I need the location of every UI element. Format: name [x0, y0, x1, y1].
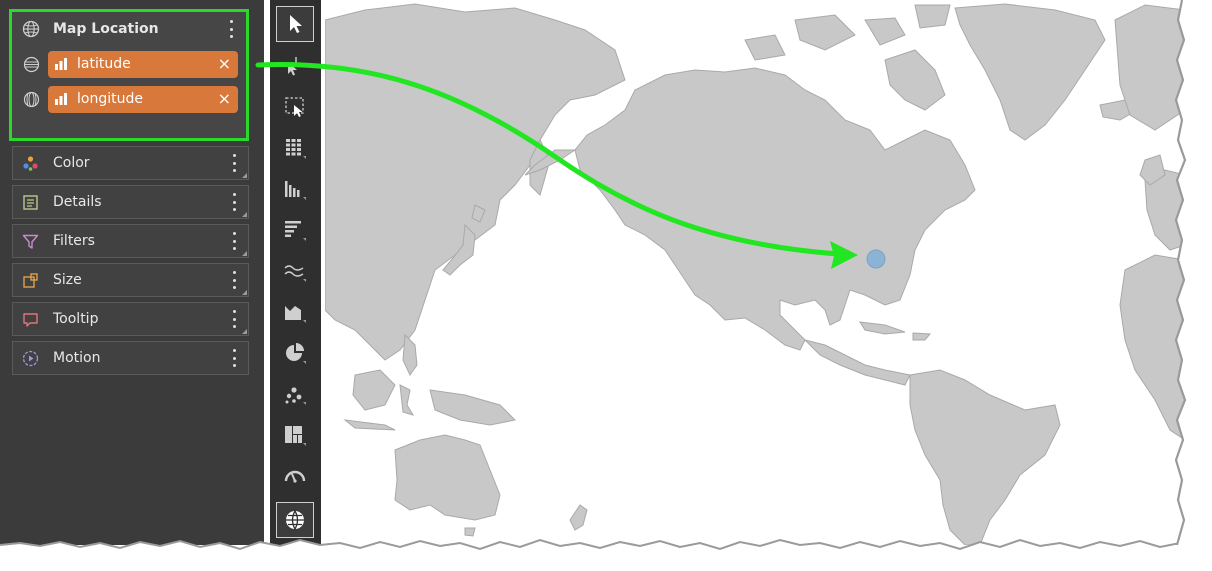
- remove-longitude-button[interactable]: ×: [218, 89, 231, 108]
- size-shelf-label: Size: [53, 272, 82, 288]
- treemap-tool[interactable]: [276, 417, 314, 453]
- pie-chart-tool[interactable]: [276, 335, 314, 371]
- borneo: [352, 369, 396, 411]
- arctic-island-4: [914, 4, 951, 29]
- new-zealand: [569, 504, 588, 531]
- australia: [394, 434, 501, 521]
- tooltip-shelf[interactable]: Tooltip: [12, 302, 249, 336]
- central-america: [803, 339, 911, 386]
- pie-chart-icon: [286, 343, 306, 364]
- map-location-title: Map Location: [53, 21, 159, 37]
- latitude-field-pill[interactable]: latitude ×: [48, 51, 238, 78]
- details-shelf[interactable]: Details: [12, 185, 249, 219]
- greenland: [954, 3, 1106, 141]
- filters-shelf[interactable]: Filters: [12, 224, 249, 258]
- color-shelf-label: Color: [53, 155, 90, 171]
- philippines: [402, 333, 418, 376]
- line-chart-tool[interactable]: [276, 253, 314, 289]
- gauge-tool[interactable]: [276, 458, 314, 494]
- measure-bars-icon: [55, 93, 67, 105]
- visualization-toolbar: [270, 0, 321, 545]
- map-globe-icon: [286, 510, 304, 530]
- pointer-tool[interactable]: [276, 6, 314, 42]
- motion-icon: [22, 350, 39, 367]
- latitude-field-row: latitude ×: [12, 51, 246, 79]
- size-menu-button[interactable]: [227, 269, 241, 291]
- filters-shelf-label: Filters: [53, 233, 95, 249]
- bar-chart-icon: [285, 221, 306, 241]
- table-icon: [286, 139, 306, 159]
- remove-latitude-button[interactable]: ×: [218, 54, 231, 73]
- motion-menu-button[interactable]: [227, 347, 241, 369]
- arctic-island-2: [864, 17, 906, 46]
- map-location-shelf[interactable]: Map Location latitude × longitude ×: [9, 9, 249, 141]
- cuba: [859, 321, 906, 335]
- filters-menu-button[interactable]: [227, 230, 241, 252]
- hispaniola: [912, 332, 932, 341]
- java: [343, 419, 396, 431]
- color-menu-button[interactable]: [227, 152, 241, 174]
- latitude-label: latitude: [77, 56, 131, 72]
- size-icon: [23, 273, 38, 288]
- arctic-island-1: [794, 14, 856, 51]
- longitude-globe-icon: [23, 91, 40, 108]
- marquee-select-icon: [285, 97, 304, 117]
- longitude-field-row: longitude ×: [12, 86, 246, 114]
- details-shelf-label: Details: [53, 194, 102, 210]
- tooltip-menu-button[interactable]: [227, 308, 241, 330]
- motion-shelf[interactable]: Motion: [12, 341, 249, 375]
- filter-icon: [22, 234, 39, 249]
- pointer-icon: [290, 15, 302, 33]
- size-shelf[interactable]: Size: [12, 263, 249, 297]
- bar-chart-tool[interactable]: [276, 212, 314, 248]
- arctic-island-3: [744, 34, 786, 61]
- column-chart-tool[interactable]: [276, 171, 314, 207]
- measure-bars-icon: [55, 58, 67, 70]
- scatter-tool[interactable]: [276, 376, 314, 412]
- sulawesi: [399, 384, 415, 416]
- fill-select-icon: [288, 57, 297, 76]
- map-location-menu-button[interactable]: [224, 18, 238, 40]
- area-chart-icon: [285, 306, 306, 323]
- shelf-panel: Map Location latitude × longitude × Colo…: [0, 0, 264, 545]
- line-chart-icon: [284, 265, 306, 282]
- app-window: Map Location latitude × longitude × Colo…: [0, 0, 1212, 571]
- torn-edge-right: [1174, 0, 1212, 571]
- world-map: [325, 3, 1185, 545]
- asia-landmass: [325, 3, 626, 361]
- color-dots-icon: [23, 156, 38, 171]
- map-data-point[interactable]: [866, 249, 886, 269]
- longitude-label: longitude: [77, 91, 143, 107]
- latitude-globe-icon: [23, 56, 40, 73]
- area-chart-tool[interactable]: [276, 294, 314, 330]
- marquee-select-tool[interactable]: [276, 89, 314, 125]
- fill-select-tool[interactable]: [276, 48, 314, 84]
- details-menu-button[interactable]: [227, 191, 241, 213]
- column-chart-icon: [285, 181, 306, 200]
- motion-shelf-label: Motion: [53, 350, 101, 366]
- baffin-island: [884, 49, 946, 111]
- north-america: [574, 67, 976, 351]
- map-location-header: Map Location: [12, 12, 246, 48]
- torn-edge-bottom: [0, 538, 1212, 571]
- tooltip-icon: [23, 313, 38, 327]
- color-shelf[interactable]: Color: [12, 146, 249, 180]
- longitude-field-pill[interactable]: longitude ×: [48, 86, 238, 113]
- gauge-icon: [284, 470, 306, 483]
- details-icon: [23, 195, 38, 210]
- new-guinea: [429, 389, 517, 426]
- globe-icon: [22, 20, 40, 38]
- table-tool[interactable]: [276, 130, 314, 166]
- south-america: [909, 369, 1061, 545]
- scatter-icon: [285, 387, 306, 405]
- map-canvas[interactable]: [325, 0, 1185, 545]
- tooltip-shelf-label: Tooltip: [53, 311, 99, 327]
- treemap-icon: [285, 426, 306, 446]
